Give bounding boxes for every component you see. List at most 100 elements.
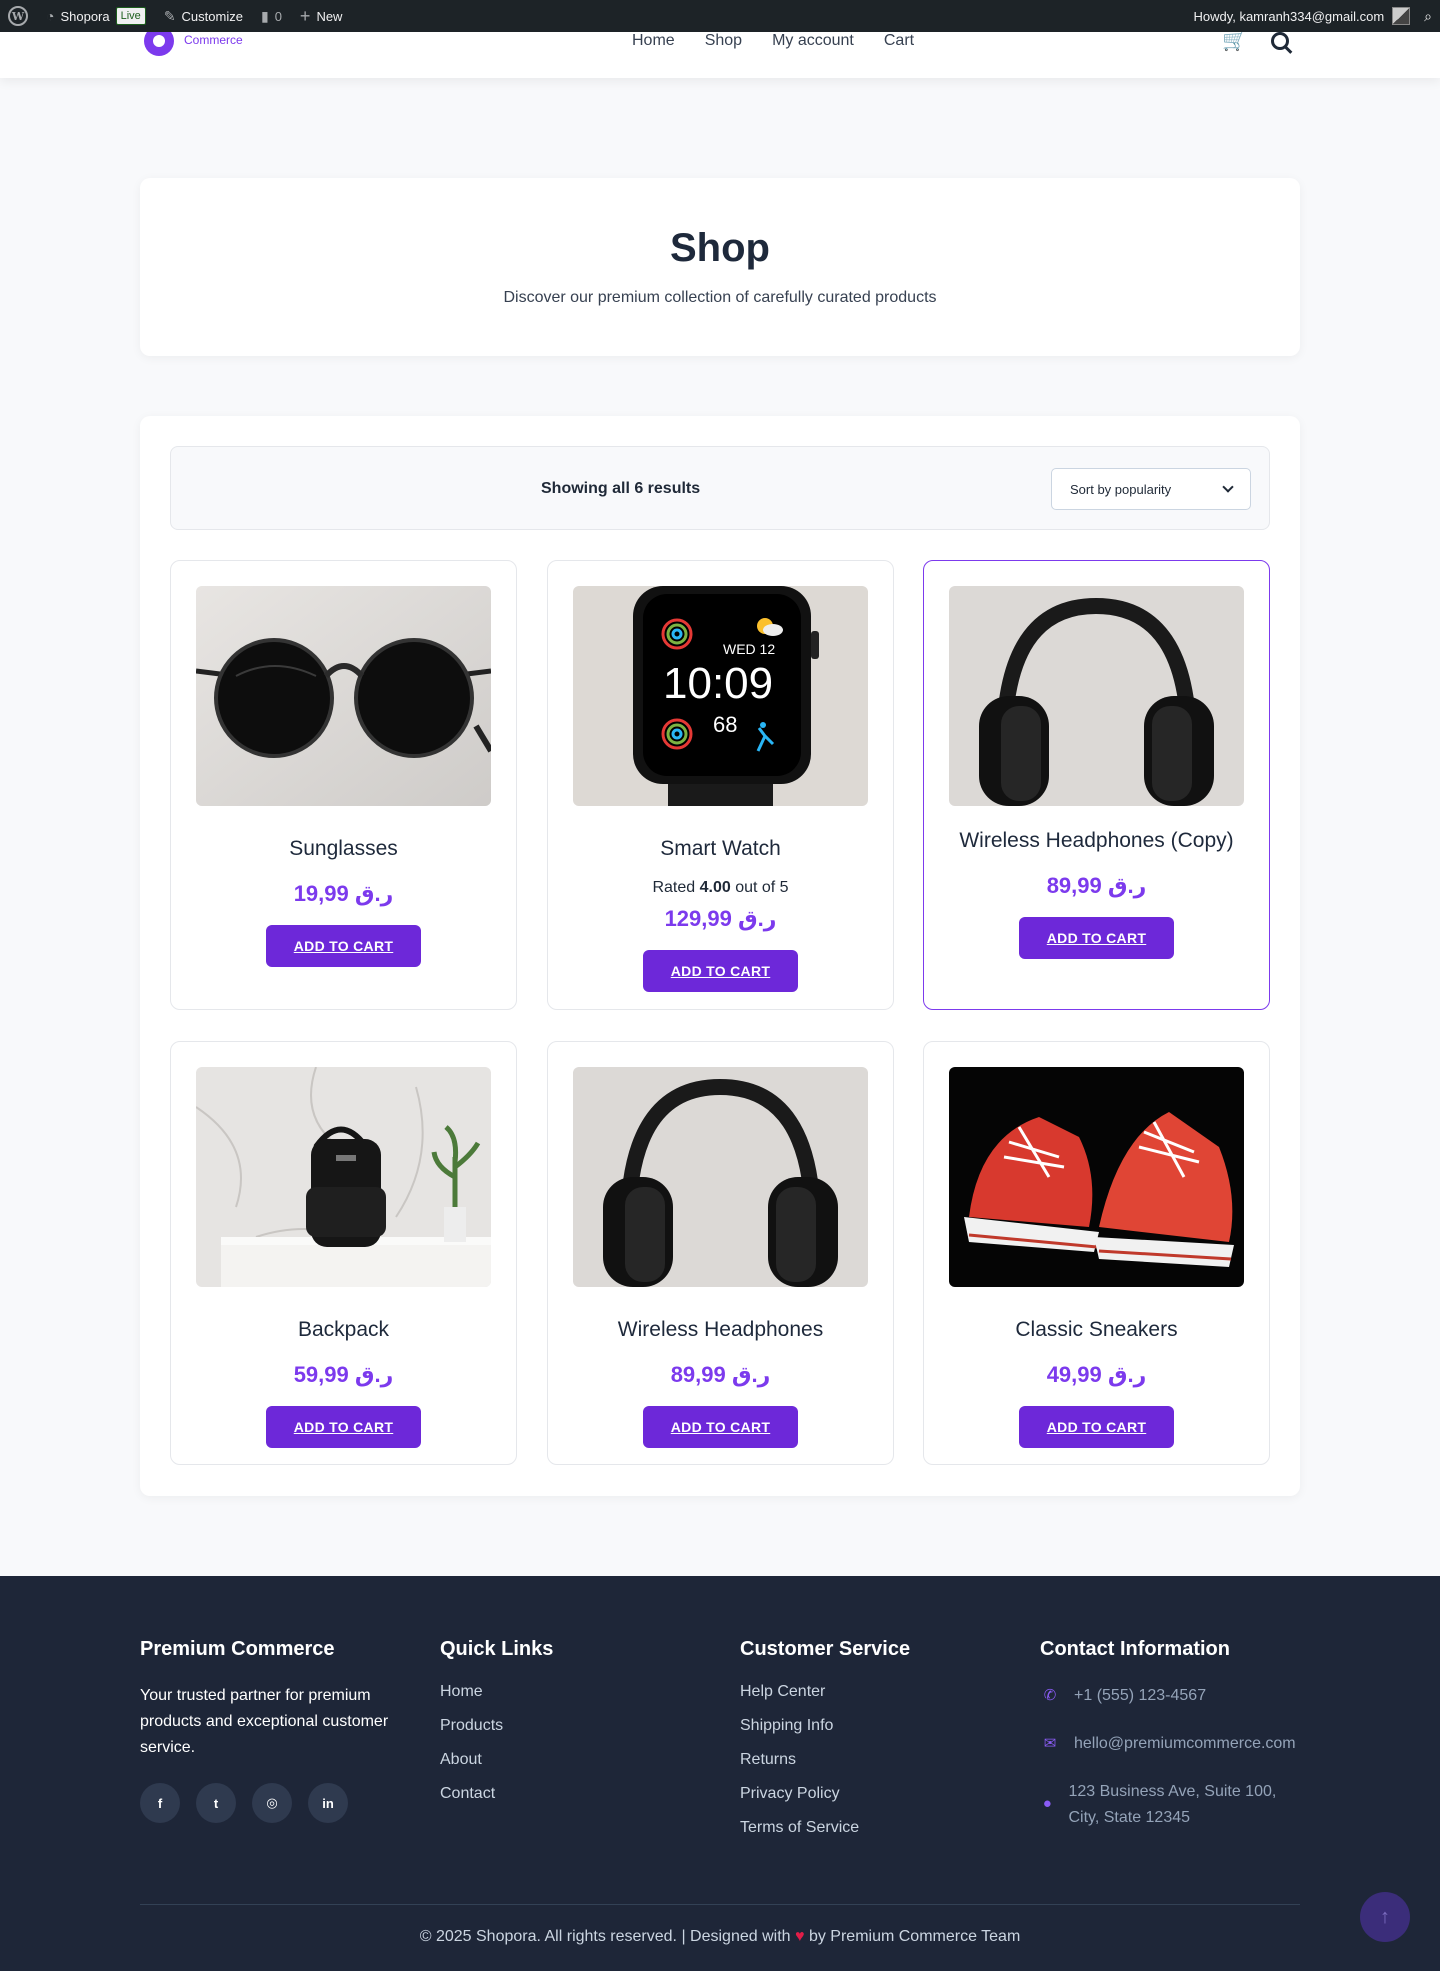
product-image-sneakers[interactable] <box>949 1067 1244 1287</box>
product-title[interactable]: Classic Sneakers <box>924 1318 1269 1342</box>
footer-contact-title: Contact Information <box>1040 1638 1230 1660</box>
facebook-icon[interactable]: f <box>140 1783 180 1823</box>
footer-link-about[interactable]: About <box>440 1751 553 1769</box>
copyright-credit: by Premium Commerce Team <box>808 1928 1021 1945</box>
contact-email-value[interactable]: hello@premiumcommerce.com <box>1074 1731 1296 1757</box>
comments-link[interactable]: ▮ 0 <box>261 0 282 32</box>
product-card[interactable]: Wireless Headphones ر.ق 89,99 ADD TO CAR… <box>547 1041 894 1465</box>
search-icon[interactable]: ⌕ <box>1424 8 1432 25</box>
watch-heart-rate: 68 <box>713 712 737 737</box>
customize-link[interactable]: ✎ Customize <box>164 0 243 32</box>
product-image-sunglasses[interactable] <box>196 586 491 806</box>
rating-prefix: Rated <box>652 879 696 896</box>
arrow-up-icon: ↑ <box>1380 1905 1390 1928</box>
plus-icon: + <box>299 5 311 26</box>
add-to-cart-button[interactable]: ADD TO CART <box>266 1406 421 1448</box>
main-nav: Home Shop My account Cart <box>632 32 914 50</box>
footer-contact: Contact Information ✆ +1 (555) 123-4567 … <box>1040 1638 1310 1853</box>
new-label: New <box>316 8 343 24</box>
contact-address-value: 123 Business Ave, Suite 100, City, State… <box>1068 1783 1277 1826</box>
comment-icon: ▮ <box>260 7 269 24</box>
product-image-headphones-copy[interactable] <box>949 586 1244 806</box>
logo-text[interactable]: Commerce <box>184 33 243 47</box>
product-image-headphones[interactable] <box>573 1067 868 1287</box>
product-price: ر.ق 129,99 <box>664 906 777 931</box>
watch-date: WED 12 <box>723 641 775 657</box>
product-image-backpack[interactable] <box>196 1067 491 1287</box>
wordpress-icon: W <box>8 6 28 26</box>
product-title[interactable]: Smart Watch <box>548 837 893 861</box>
instagram-icon[interactable]: ◎ <box>252 1783 292 1823</box>
back-to-top-button[interactable]: ↑ <box>1360 1892 1410 1942</box>
watch-time: 10:09 <box>663 659 773 708</box>
product-card[interactable]: Sunglasses ر.ق 19,99 ADD TO CART <box>170 560 517 1010</box>
social-links: f t ◎ in <box>140 1783 400 1823</box>
wordpress-logo-button[interactable]: W <box>8 0 28 32</box>
product-title[interactable]: Sunglasses <box>171 837 516 861</box>
nav-cart[interactable]: Cart <box>884 32 914 50</box>
admin-bar: W ◔ Shopora Live ✎ Customize ▮ 0 + New H… <box>0 0 1440 32</box>
contact-email: ✉ hello@premiumcommerce.com <box>1040 1731 1310 1757</box>
contact-phone-value[interactable]: +1 (555) 123-4567 <box>1074 1683 1206 1709</box>
header-search-icon[interactable] <box>1270 31 1289 50</box>
brush-icon: ✎ <box>163 7 176 24</box>
contact-phone: ✆ +1 (555) 123-4567 <box>1040 1683 1310 1709</box>
copyright-text: © 2025 Shopora. All rights reserved. | D… <box>419 1928 791 1945</box>
product-price: ر.ق 89,99 <box>670 1362 771 1387</box>
footer-link-privacy-policy[interactable]: Privacy Policy <box>740 1785 910 1803</box>
product-listing: Showing all 6 results Sort by popularity… <box>140 416 1300 1496</box>
footer-link-returns[interactable]: Returns <box>740 1751 910 1769</box>
product-title[interactable]: Wireless Headphones (Copy) <box>924 829 1269 853</box>
product-rating: Rated 4.00 out of 5 <box>548 879 893 897</box>
nav-shop[interactable]: Shop <box>705 32 742 50</box>
footer-link-terms[interactable]: Terms of Service <box>740 1819 910 1837</box>
copyright: © 2025 Shopora. All rights reserved. | D… <box>0 1928 1440 1946</box>
product-card[interactable]: Classic Sneakers ر.ق 49,99 ADD TO CART <box>923 1041 1270 1465</box>
avatar[interactable] <box>1392 7 1411 25</box>
footer-link-shipping-info[interactable]: Shipping Info <box>740 1717 910 1735</box>
footer-link-home[interactable]: Home <box>440 1683 553 1701</box>
twitter-icon[interactable]: t <box>196 1783 236 1823</box>
new-content-link[interactable]: + New <box>300 0 343 32</box>
nav-my-account[interactable]: My account <box>772 32 854 50</box>
footer-service-title: Customer Service <box>740 1638 911 1660</box>
add-to-cart-button[interactable]: ADD TO CART <box>1019 1406 1174 1448</box>
site-name-label: Shopora <box>60 8 110 24</box>
add-to-cart-button[interactable]: ADD TO CART <box>643 1406 798 1448</box>
product-card[interactable]: Wireless Headphones (Copy) ر.ق 89,99 ADD… <box>923 560 1270 1010</box>
product-image-smart-watch[interactable]: WED 12 10:09 68 <box>573 586 868 806</box>
sort-select[interactable]: Sort by popularity <box>1051 468 1251 510</box>
chevron-down-icon <box>1222 481 1234 493</box>
footer-quick-links-title: Quick Links <box>440 1638 554 1660</box>
footer-divider <box>140 1904 1300 1905</box>
product-price: ر.ق 59,99 <box>293 1362 394 1387</box>
footer-link-products[interactable]: Products <box>440 1717 553 1735</box>
rating-suffix: out of 5 <box>735 879 789 896</box>
phone-icon: ✆ <box>1043 1687 1057 1704</box>
account-link[interactable]: Howdy, kamranh334@gmail.com <box>1193 9 1384 24</box>
site-name-link[interactable]: ◔ Shopora Live <box>46 0 146 32</box>
envelope-icon: ✉ <box>1043 1735 1057 1752</box>
product-title[interactable]: Wireless Headphones <box>548 1318 893 1342</box>
product-price: ر.ق 89,99 <box>1046 873 1147 898</box>
add-to-cart-button[interactable]: ADD TO CART <box>643 950 798 992</box>
footer-quick-links: Quick Links Home Products About Contact <box>440 1638 553 1819</box>
nav-home[interactable]: Home <box>632 32 675 50</box>
comments-count: 0 <box>274 8 282 24</box>
product-card[interactable]: Backpack ر.ق 59,99 ADD TO CART <box>170 1041 517 1465</box>
heart-icon: ♥ <box>795 1928 805 1945</box>
customize-label: Customize <box>181 8 243 24</box>
footer-link-help-center[interactable]: Help Center <box>740 1683 910 1701</box>
add-to-cart-button[interactable]: ADD TO CART <box>266 925 421 967</box>
contact-address: ● 123 Business Ave, Suite 100, City, Sta… <box>1040 1779 1310 1831</box>
product-card[interactable]: WED 12 10:09 68 Smart Watch Rated 4.00 o… <box>547 560 894 1010</box>
product-title[interactable]: Backpack <box>171 1318 516 1342</box>
shop-toolbar: Showing all 6 results Sort by popularity <box>170 446 1270 530</box>
site-header: Commerce Home Shop My account Cart 🛒 <box>0 22 1440 78</box>
linkedin-icon[interactable]: in <box>308 1783 348 1823</box>
add-to-cart-button[interactable]: ADD TO CART <box>1019 917 1174 959</box>
map-pin-icon: ● <box>1042 1795 1052 1812</box>
live-badge: Live <box>115 7 146 25</box>
footer-link-contact[interactable]: Contact <box>440 1785 553 1803</box>
footer-about-title: Premium Commerce <box>140 1638 335 1660</box>
